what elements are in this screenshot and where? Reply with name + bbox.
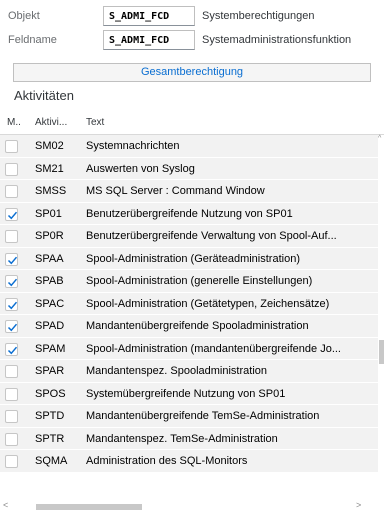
- table-row[interactable]: SPOS Systemübergreifende Nutzung von SP01: [0, 382, 378, 405]
- feldname-description: Systemadministrationsfunktion: [202, 34, 352, 46]
- activity-text: Administration des SQL-Monitors: [86, 455, 248, 467]
- activity-text: MS SQL Server : Command Window: [86, 185, 265, 197]
- activity-code: SPTD: [35, 410, 65, 422]
- checkmark-icon: [7, 256, 18, 264]
- activity-text: Mandantenübergreifende Spooladministrati…: [86, 320, 309, 332]
- row-checkbox[interactable]: [5, 275, 18, 288]
- activity-text: Spool-Administration (Getätetypen, Zeich…: [86, 297, 330, 310]
- table-row[interactable]: SPAA Spool-Administration (Geräteadminist…: [0, 247, 378, 270]
- row-checkbox[interactable]: [5, 185, 18, 198]
- activity-code: SP01: [35, 207, 62, 220]
- activity-code: SPAR: [35, 365, 65, 377]
- table-row[interactable]: SQMA Administration des SQL-Monitors: [0, 450, 378, 473]
- scroll-right-icon[interactable]: >: [356, 500, 361, 510]
- objekt-field[interactable]: S_ADMI_FCD: [103, 6, 195, 26]
- activity-text: Mandantenspez. Spooladministration: [86, 365, 268, 377]
- checkmark-icon: [7, 301, 18, 309]
- scroll-up-icon[interactable]: ^: [378, 135, 384, 142]
- table-row[interactable]: SM21 Auswerten von Syslog: [0, 157, 378, 180]
- table-row[interactable]: SPAR Mandantenspez. Spooladministration: [0, 360, 378, 383]
- activity-code: SPAM: [35, 342, 66, 355]
- feldname-field[interactable]: S_ADMI_FCD: [103, 30, 195, 50]
- activity-text: Spool-Administration (mandantenübergreif…: [86, 342, 341, 355]
- activity-code: SM21: [35, 162, 64, 175]
- table-row[interactable]: SPTR Mandantenspez. TemSe-Administration: [0, 427, 378, 450]
- activity-text: Mandantenübergreifende TemSe-Administrat…: [86, 410, 320, 422]
- row-checkbox[interactable]: [5, 140, 18, 153]
- activity-code: SQMA: [35, 455, 68, 467]
- feldname-row: Feldname S_ADMI_FCD Systemadministration…: [0, 29, 384, 51]
- activity-text: Spool-Administration (generelle Einstell…: [86, 275, 313, 287]
- activity-code: SPAA: [35, 252, 64, 265]
- horizontal-scroll-thumb[interactable]: [36, 504, 142, 510]
- activity-code: SPAB: [35, 275, 64, 287]
- activity-code: SP0R: [35, 230, 64, 242]
- column-header-mark[interactable]: M..: [7, 117, 21, 128]
- table-row[interactable]: SPAD Mandantenübergreifende Spooladminist…: [0, 315, 378, 338]
- checkmark-icon: [7, 211, 18, 219]
- row-checkbox[interactable]: [5, 207, 18, 221]
- horizontal-scrollbar[interactable]: < >: [0, 500, 378, 511]
- table-body: SM02 Systemnachrichten SM21 Auswerten von S…: [0, 135, 378, 473]
- activity-code: SPAC: [35, 297, 65, 310]
- vertical-scrollbar[interactable]: ^: [378, 135, 384, 508]
- activity-code: SMSS: [35, 185, 67, 197]
- row-checkbox[interactable]: [5, 320, 18, 333]
- objekt-description: Systemberechtigungen: [202, 10, 315, 22]
- activity-code: SPOS: [35, 387, 66, 400]
- row-checkbox[interactable]: [5, 455, 18, 468]
- table-row[interactable]: SMSS MS SQL Server : Command Window: [0, 180, 378, 203]
- row-checkbox[interactable]: [5, 230, 18, 243]
- section-title: Aktivitäten: [14, 88, 74, 103]
- column-header-activity[interactable]: Aktivi...: [35, 117, 67, 128]
- activity-text: Systemübergreifende Nutzung von SP01: [86, 387, 286, 400]
- checkmark-icon: [7, 346, 18, 354]
- table-row[interactable]: SPTD Mandantenübergreifende TemSe-Adminis…: [0, 405, 378, 428]
- column-header-text[interactable]: Text: [86, 117, 104, 128]
- table-row[interactable]: SPAC Spool-Administration (Getätetypen, Z…: [0, 292, 378, 315]
- table-header: M.. Aktivi... Text: [0, 110, 384, 135]
- row-checkbox[interactable]: [5, 387, 18, 401]
- activity-code: SM02: [35, 140, 64, 152]
- table-row[interactable]: SPAB Spool-Administration (generelle Eins…: [0, 270, 378, 293]
- activity-text: Systemnachrichten: [86, 140, 180, 152]
- row-checkbox[interactable]: [5, 432, 18, 446]
- scroll-left-icon[interactable]: <: [3, 500, 8, 510]
- row-checkbox[interactable]: [5, 297, 18, 311]
- activity-text: Auswerten von Syslog: [86, 162, 195, 175]
- activity-text: Benutzerübergreifende Verwaltung von Spo…: [86, 230, 337, 242]
- table-row[interactable]: SP0R Benutzerübergreifende Verwaltung von…: [0, 225, 378, 248]
- table-row[interactable]: SP01 Benutzerübergreifende Nutzung von SP…: [0, 202, 378, 225]
- row-checkbox[interactable]: [5, 410, 18, 423]
- table-row[interactable]: SPAM Spool-Administration (mandantenüberg…: [0, 337, 378, 360]
- checkmark-icon: [7, 278, 18, 287]
- activity-text: Mandantenspez. TemSe-Administration: [86, 432, 278, 445]
- table-row[interactable]: SM02 Systemnachrichten: [0, 135, 378, 158]
- feldname-label: Feldname: [8, 34, 57, 46]
- gesamtberechtigung-button[interactable]: Gesamtberechtigung: [13, 63, 371, 82]
- row-checkbox[interactable]: [5, 252, 18, 266]
- activity-text: Spool-Administration (Geräteadministrati…: [86, 252, 300, 265]
- activity-text: Benutzerübergreifende Nutzung von SP01: [86, 207, 293, 220]
- row-checkbox[interactable]: [5, 162, 18, 176]
- activity-code: SPAD: [35, 320, 65, 332]
- objekt-label: Objekt: [8, 10, 40, 22]
- row-checkbox[interactable]: [5, 342, 18, 356]
- checkmark-icon: [7, 323, 18, 332]
- activities-table: M.. Aktivi... Text SM02 Systemnachrichten…: [0, 110, 384, 511]
- objekt-row: Objekt S_ADMI_FCD Systemberechtigungen: [0, 5, 384, 27]
- activity-code: SPTR: [35, 432, 65, 445]
- vertical-scroll-thumb[interactable]: [379, 340, 384, 364]
- row-checkbox[interactable]: [5, 365, 18, 378]
